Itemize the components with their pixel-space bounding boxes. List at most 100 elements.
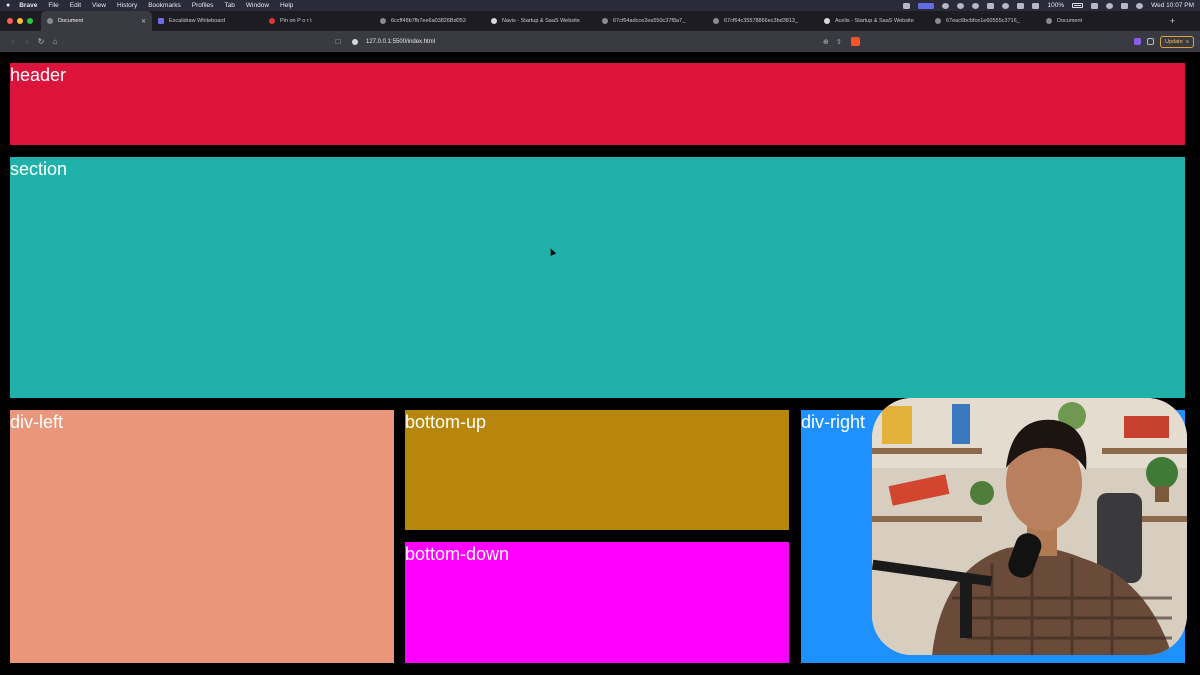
url-text[interactable]: 127.0.0.1:5500/index.html: [366, 39, 435, 45]
minimize-window-button[interactable]: [17, 18, 23, 24]
globe-icon: [380, 18, 386, 24]
home-button[interactable]: ⌂: [48, 37, 62, 46]
div-right-label: div-right: [801, 412, 866, 432]
tab-image-1[interactable]: 6ccff48b7fb7ee6a03826Bd053: [374, 11, 485, 31]
plant-right: [1146, 457, 1178, 489]
screen-mirror-icon[interactable]: [1032, 2, 1040, 9]
tab-navis[interactable]: Navis - Startup & SaaS Website: [485, 11, 596, 31]
window-controls: [0, 18, 41, 24]
battery-percent: 100%: [1047, 2, 1065, 9]
book-poster: [882, 406, 912, 444]
play-icon[interactable]: [972, 2, 980, 9]
section-label: section: [10, 159, 68, 179]
menu-window[interactable]: Window: [246, 2, 269, 9]
menu-profiles[interactable]: Profiles: [192, 2, 214, 9]
share-icon[interactable]: ⇧: [836, 38, 842, 46]
tab-label: 67eac6bcbfce1e60555c3716_: [946, 18, 1020, 24]
site-info-icon[interactable]: [352, 38, 358, 45]
tab-image-3[interactable]: 67cf64c35578866ec3bd3813_: [707, 11, 818, 31]
address-bar[interactable]: 127.0.0.1:5500/index.html: [348, 35, 823, 49]
menu-file[interactable]: File: [48, 2, 58, 9]
menu-bookmarks[interactable]: Bookmarks: [148, 2, 181, 9]
bluetooth-icon[interactable]: [1017, 2, 1025, 9]
tab-image-4[interactable]: 67eac6bcbfce1e60555c3716_: [929, 11, 1040, 31]
reload-button[interactable]: ↻: [34, 37, 48, 46]
zoom-window-button[interactable]: [27, 18, 33, 24]
menu-tab[interactable]: Tab: [224, 2, 234, 9]
div-left-box: div-left: [10, 410, 394, 663]
globe-icon: [713, 18, 719, 24]
apple-icon[interactable]: ●: [6, 2, 10, 9]
siri-icon[interactable]: [1136, 2, 1144, 9]
browser-toolbar: ‹ › ↻ ⌂ □ 127.0.0.1:5500/index.html ⊕ ⇧ …: [0, 31, 1200, 52]
webcam-overlay: [872, 398, 1187, 655]
menu-history[interactable]: History: [117, 2, 137, 9]
tab-label: Pin on P o r t: [280, 18, 312, 24]
menu-icon: ≡: [1185, 38, 1189, 45]
globe-icon: [1046, 18, 1052, 24]
control-icon[interactable]: [957, 2, 965, 9]
focus-moon-icon[interactable]: [1002, 2, 1010, 9]
globe-icon: [935, 18, 941, 24]
bottom-down-box: bottom-down: [405, 542, 789, 663]
battery-icon[interactable]: [1072, 3, 1084, 8]
update-label: Update: [1165, 38, 1183, 45]
close-window-button[interactable]: [7, 18, 13, 24]
excalidraw-icon: [158, 18, 164, 24]
tab-document-2[interactable]: Document: [1040, 11, 1151, 31]
back-button[interactable]: ‹: [6, 37, 20, 46]
menu-help[interactable]: Help: [280, 2, 293, 9]
tab-acelis[interactable]: Acelis - Startup & SaaS Website: [818, 11, 929, 31]
record-icon[interactable]: [942, 2, 950, 9]
tab-document-active[interactable]: Document ✕: [41, 11, 152, 31]
toy-bus: [1124, 416, 1169, 438]
mic-stand: [960, 578, 972, 638]
clock[interactable]: Wed 10:07 PM: [1151, 2, 1194, 9]
mac-menu-bar: ● Brave File Edit View History Bookmarks…: [0, 0, 1200, 11]
close-tab-icon[interactable]: ✕: [141, 18, 146, 25]
menu-edit[interactable]: Edit: [70, 2, 81, 9]
extensions-area: Update ≡: [1134, 35, 1194, 48]
bookmark-icon[interactable]: □: [332, 37, 344, 46]
bottom-up-label: bottom-up: [405, 412, 487, 432]
control-center-icon[interactable]: [1121, 2, 1129, 9]
header-label: header: [10, 65, 67, 85]
tab-image-2[interactable]: 67cf64adcce2ea550c37f8a7_: [596, 11, 707, 31]
tab-label: 67cf64adcce2ea550c37f8a7_: [613, 18, 686, 24]
plant-left: [970, 481, 994, 505]
shelf-lower: [872, 516, 982, 522]
globe-icon: [602, 18, 608, 24]
section-box: section: [10, 157, 1185, 398]
update-button[interactable]: Update ≡: [1160, 35, 1194, 48]
menu-view[interactable]: View: [92, 2, 106, 9]
new-tab-button[interactable]: +: [1170, 16, 1175, 26]
bottom-down-label: bottom-down: [405, 544, 510, 564]
tab-label: Document: [1057, 18, 1083, 24]
site-icon: [491, 18, 497, 24]
sidebar-icon[interactable]: [1147, 38, 1155, 45]
menu-app-name[interactable]: Brave: [19, 2, 37, 9]
status-icons: 100% Wed 10:07 PM: [903, 2, 1194, 9]
wifi-icon[interactable]: [1091, 2, 1099, 9]
globe-icon: [47, 18, 53, 24]
tab-label: Acelis - Startup & SaaS Website: [835, 18, 914, 24]
zoom-icon[interactable]: ⊕: [823, 38, 829, 46]
volume-icon[interactable]: [987, 2, 995, 9]
tab-excalidraw[interactable]: Excalidraw Whiteboard: [152, 11, 263, 31]
extension-icon[interactable]: [1134, 38, 1142, 45]
site-icon: [824, 18, 830, 24]
tab-label: Document: [58, 18, 84, 24]
div-left-label: div-left: [10, 412, 64, 432]
book-standing: [952, 404, 970, 444]
search-icon[interactable]: [1106, 2, 1114, 9]
brave-shields-icon[interactable]: [850, 37, 860, 46]
screen-record-icon[interactable]: [903, 2, 911, 9]
tab-pinterest[interactable]: Pin on P o r t: [263, 11, 374, 31]
tab-label: Navis - Startup & SaaS Website: [502, 18, 580, 24]
display-icon[interactable]: [918, 2, 935, 9]
address-bar-actions: ⊕ ⇧: [823, 38, 842, 46]
header-box: header: [10, 63, 1185, 145]
forward-button[interactable]: ›: [20, 37, 34, 46]
webcam-scene: [872, 398, 1187, 655]
shelf-upper: [872, 448, 982, 454]
